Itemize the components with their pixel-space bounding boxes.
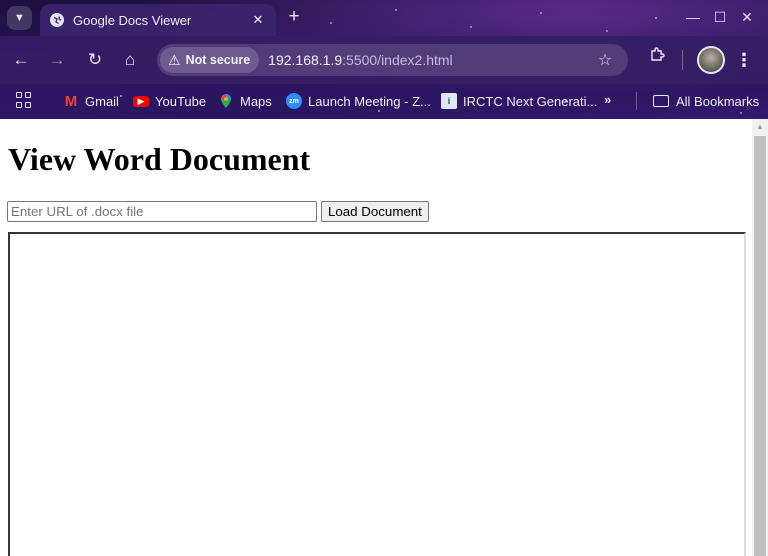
maps-icon [218, 93, 234, 109]
reload-button[interactable]: ↻ [83, 48, 107, 72]
bookmarks-bar: M Gmail ▶ YouTube Maps zm Launch Meeting… [0, 84, 768, 119]
warning-icon: ⚠ [168, 51, 181, 68]
bookmark-label: IRCTC Next Generati... [463, 93, 598, 109]
bookmarks-divider [636, 92, 637, 110]
back-button[interactable]: ← [9, 48, 33, 72]
url-host: 192.168.1.9 [268, 52, 343, 68]
bookmark-maps[interactable]: Maps [218, 90, 272, 112]
profile-avatar[interactable] [697, 46, 725, 74]
tab-close-icon[interactable]: ✕ [246, 12, 270, 28]
folder-icon [653, 95, 669, 107]
all-bookmarks-folder[interactable]: All Bookmarks [653, 90, 759, 112]
bookmark-zoom[interactable]: zm Launch Meeting - Z... [286, 90, 431, 112]
bookmark-star-icon[interactable]: ☆ [590, 50, 620, 70]
globe-icon [50, 13, 64, 27]
zoom-icon: zm [286, 93, 302, 109]
close-window-button[interactable]: ✕ [733, 6, 761, 28]
page-title: View Word Document [8, 141, 311, 177]
irctc-icon: i [441, 93, 457, 109]
bookmark-label: Maps [240, 93, 272, 109]
security-chip[interactable]: ⚠ Not secure [160, 47, 260, 73]
youtube-icon: ▶ [133, 95, 149, 107]
browser-toolbar: ← → ↻ ⌂ ⚠ Not secure 192.168.1.9:5500/in… [0, 36, 768, 84]
page-content: View Word Document Load Document [0, 119, 752, 556]
bookmark-label: YouTube [155, 93, 207, 109]
maximize-button[interactable]: ☐ [706, 6, 734, 28]
scrollbar-thumb[interactable] [754, 136, 766, 556]
tab-title: Google Docs Viewer [73, 12, 192, 28]
load-document-button[interactable]: Load Document [321, 201, 429, 222]
tab-strip: ▼ Google Docs Viewer ✕ + — ☐ ✕ [0, 0, 768, 36]
page-scrollbar[interactable]: ▲ [752, 119, 768, 556]
extensions-icon[interactable] [645, 47, 669, 71]
home-button[interactable]: ⌂ [118, 48, 142, 72]
minimize-button[interactable]: — [679, 6, 707, 28]
scroll-up-arrow-icon[interactable]: ▲ [752, 119, 768, 135]
bookmark-gmail[interactable]: M Gmail [63, 90, 119, 112]
apps-grid-icon[interactable] [16, 92, 32, 108]
tab-active[interactable]: Google Docs Viewer ✕ [40, 4, 276, 36]
tab-search-button[interactable]: ▼ [7, 6, 32, 30]
security-label: Not secure [185, 53, 251, 67]
url-path: :5500/index2.html [342, 52, 453, 68]
toolbar-divider [682, 50, 683, 70]
chevron-down-icon: ▼ [14, 12, 25, 24]
url-text[interactable]: 192.168.1.9:5500/index2.html [268, 52, 590, 68]
all-bookmarks-label: All Bookmarks [676, 93, 760, 109]
browser-menu-icon[interactable]: ⋮ [734, 48, 754, 72]
docx-url-input[interactable] [7, 201, 317, 222]
bookmark-label: Launch Meeting - Z... [308, 93, 431, 109]
gmail-icon: M [64, 92, 78, 110]
browser-chrome: ▼ Google Docs Viewer ✕ + — ☐ ✕ ← → ↻ ⌂ ⚠… [0, 0, 768, 119]
bookmarks-overflow-icon[interactable]: » [604, 92, 611, 107]
bookmark-youtube[interactable]: ▶ YouTube [133, 90, 206, 112]
bookmark-irctc[interactable]: i IRCTC Next Generati... [441, 90, 597, 112]
new-tab-button[interactable]: + [284, 7, 304, 27]
address-bar[interactable]: ⚠ Not secure 192.168.1.9:5500/index2.htm… [157, 44, 628, 76]
document-viewer-frame[interactable] [8, 232, 746, 556]
bookmark-label: Gmail [85, 93, 119, 109]
forward-button[interactable]: → [45, 48, 69, 72]
